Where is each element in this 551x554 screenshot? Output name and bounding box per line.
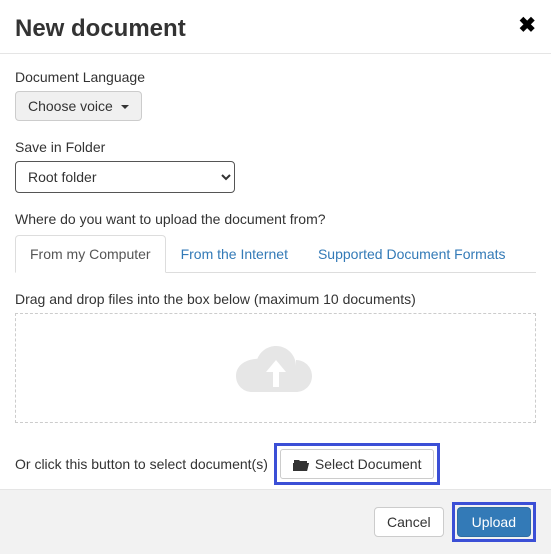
upload-highlight: Upload bbox=[452, 502, 536, 542]
choose-voice-label: Choose voice bbox=[28, 98, 113, 114]
upload-prompt: Where do you want to upload the document… bbox=[15, 211, 536, 227]
upload-tabs: From my Computer From the Internet Suppo… bbox=[15, 235, 536, 273]
close-icon: ✖ bbox=[518, 14, 536, 37]
tab-internet[interactable]: From the Internet bbox=[166, 235, 303, 273]
select-document-button[interactable]: Select Document bbox=[280, 449, 435, 479]
modal-header: New document ✖ bbox=[0, 0, 551, 54]
upload-section: Where do you want to upload the document… bbox=[15, 211, 536, 485]
cancel-button[interactable]: Cancel bbox=[374, 507, 444, 537]
modal-body: Document Language Choose voice Save in F… bbox=[0, 54, 551, 500]
select-highlight: Select Document bbox=[274, 443, 441, 485]
folder-open-icon bbox=[293, 458, 309, 471]
folder-group: Save in Folder Root folder bbox=[15, 139, 536, 193]
tab-formats[interactable]: Supported Document Formats bbox=[303, 235, 521, 273]
language-label: Document Language bbox=[15, 69, 536, 85]
language-group: Document Language Choose voice bbox=[15, 69, 536, 121]
tab-computer[interactable]: From my Computer bbox=[15, 235, 166, 273]
folder-select[interactable]: Root folder bbox=[15, 161, 235, 193]
folder-label: Save in Folder bbox=[15, 139, 536, 155]
select-row: Or click this button to select document(… bbox=[15, 443, 536, 485]
drop-instruction: Drag and drop files into the box below (… bbox=[15, 291, 536, 307]
caret-down-icon bbox=[121, 105, 129, 109]
choose-voice-dropdown[interactable]: Choose voice bbox=[15, 91, 142, 121]
upload-button[interactable]: Upload bbox=[457, 507, 531, 537]
tab-computer-label: From my Computer bbox=[15, 235, 166, 273]
drop-zone[interactable] bbox=[15, 313, 536, 423]
tab-internet-label: From the Internet bbox=[166, 235, 303, 273]
cloud-upload-icon bbox=[236, 338, 316, 398]
close-button[interactable]: ✖ bbox=[518, 15, 536, 36]
or-select-text: Or click this button to select document(… bbox=[15, 456, 268, 472]
modal-footer: Cancel Upload bbox=[0, 489, 551, 554]
select-document-label: Select Document bbox=[315, 456, 422, 472]
tab-formats-label: Supported Document Formats bbox=[303, 235, 521, 273]
modal-title: New document bbox=[15, 15, 186, 43]
